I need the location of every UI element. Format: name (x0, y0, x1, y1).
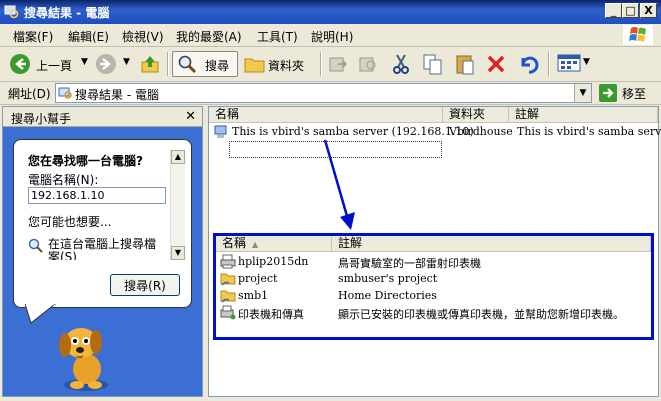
computer-name-label: 電腦名稱(N): (28, 173, 99, 187)
maybe-text: 您可能也想要... (28, 215, 112, 229)
scroll-up-icon[interactable]: ▲ (171, 150, 185, 164)
menu-help[interactable]: 說明(H) (311, 28, 353, 45)
speech-bubble: 您在尋找哪一台電腦? 電腦名稱(N): 您可能也想要... 在這台電腦上搜尋檔案… (13, 139, 192, 308)
menu-edit[interactable]: 編輯(E) (68, 28, 109, 45)
search-button-label: 搜尋 (205, 59, 230, 73)
forward-arrow-icon[interactable] (95, 53, 117, 75)
share-name: hplip2015dn (238, 255, 309, 268)
search-dog-icon (59, 328, 108, 391)
table-row[interactable]: This is vbird's samba server (192.168.1.… (209, 124, 661, 158)
search-files-icon (28, 238, 43, 253)
menu-favorites[interactable]: 我的最愛(A) (176, 28, 242, 45)
share-col-name-label: 名稱 (222, 236, 247, 250)
maximize-button[interactable]: □ (622, 3, 639, 18)
folders-icon[interactable] (244, 54, 266, 74)
search-companion-pane: 搜尋小幫手 ✕ 您在尋找哪一台電腦? 電腦名稱(N): 您可能也想要... 在這… (2, 106, 203, 397)
folder-share-icon (220, 273, 236, 286)
magnifier-icon (178, 55, 197, 74)
computer-name-input[interactable] (28, 187, 166, 204)
forward-dropdown-arrow-icon[interactable]: ▼ (123, 57, 130, 67)
col-folder-header[interactable]: 資料夾 (443, 107, 509, 123)
list-item[interactable]: hplip2015dn 鳥哥實驗室的一部雷射印表機 (216, 253, 651, 270)
search-submit-button[interactable]: 搜尋(R) (110, 274, 180, 296)
share-name: 印表機和傳真 (238, 308, 304, 321)
up-folder-icon[interactable] (140, 54, 160, 74)
address-value: 搜尋結果 - 電腦 (75, 88, 159, 102)
printer-icon (220, 254, 236, 269)
search-pane-title: 搜尋小幫手 (11, 112, 72, 126)
sort-asc-icon: ▲ (252, 240, 259, 249)
move-to-icon[interactable] (328, 55, 348, 73)
result-comment: This is vbird's samba server (517, 125, 661, 138)
views-icon[interactable] (557, 53, 581, 73)
folder-share-icon (220, 290, 236, 303)
delete-icon[interactable] (486, 54, 506, 74)
computer-icon (214, 125, 227, 138)
share-comment: smbuser's project (338, 272, 438, 285)
address-bar: 網址(D) 搜尋結果 - 電腦 ▼ 移至 (0, 82, 661, 105)
col-name-header[interactable]: 名稱 (209, 107, 443, 123)
search-pane-header: 搜尋小幫手 ✕ (3, 107, 202, 127)
shares-highlight-box: 名稱 ▲ 註解 hplip2015dn 鳥哥實驗室的一部雷射印表機 project… (213, 233, 654, 340)
copy-icon[interactable] (422, 53, 444, 75)
address-field[interactable]: 搜尋結果 - 電腦 ▼ (55, 83, 592, 103)
address-label: 網址(D) (8, 87, 51, 101)
close-pane-icon[interactable]: ✕ (185, 109, 196, 124)
copy-to-icon[interactable] (358, 55, 378, 73)
menu-file[interactable]: 檔案(F) (13, 28, 53, 45)
close-button[interactable]: X (640, 3, 657, 18)
undo-icon[interactable] (517, 53, 539, 75)
menu-view[interactable]: 檢視(V) (122, 28, 164, 45)
scroll-down-icon[interactable]: ▼ (171, 246, 185, 260)
toolbar: 上一頁 ▼ ▼ 搜尋 資料夾 ▼ (0, 47, 661, 82)
search-window-icon (4, 5, 19, 19)
share-name: smb1 (238, 289, 269, 302)
menu-bar: 檔案(F) 編輯(E) 檢視(V) 我的最愛(A) 工具(T) 說明(H) (0, 24, 661, 47)
title-bar[interactable]: 搜尋結果 - 電腦 _ □ X (0, 0, 661, 24)
windows-logo-icon (623, 25, 653, 45)
share-col-comment-header[interactable]: 註解 (332, 236, 651, 252)
menu-tools[interactable]: 工具(T) (257, 28, 298, 45)
back-button-label[interactable]: 上一頁 (36, 57, 72, 74)
address-dropdown-icon[interactable]: ▼ (574, 84, 591, 102)
bubble-scrollbar[interactable]: ▲ ▼ (170, 150, 185, 260)
views-dropdown-arrow-icon[interactable]: ▼ (583, 57, 590, 67)
list-item[interactable]: smb1 Home Directories (216, 287, 651, 304)
share-col-name-header[interactable]: 名稱 ▲ (216, 236, 332, 252)
pointer-arrow (323, 139, 355, 230)
col-comment-header[interactable]: 註解 (509, 107, 658, 123)
go-button-label[interactable]: 移至 (622, 85, 646, 102)
search-question: 您在尋找哪一台電腦? (28, 154, 143, 168)
results-pane: 名稱 資料夾 註解 This is vbird's samba server (… (208, 106, 661, 397)
share-comment: Home Directories (338, 289, 437, 302)
folders-button-label[interactable]: 資料夾 (268, 57, 304, 74)
printers-faxes-icon (220, 305, 236, 320)
list-item[interactable]: project smbuser's project (216, 270, 651, 287)
back-dropdown-arrow-icon[interactable]: ▼ (81, 57, 88, 67)
result-folder: Vbirdhouse (449, 125, 513, 138)
share-comment: 顯示已安裝的印表機或傳真印表機，並幫助您新增印表機。 (338, 308, 624, 321)
cut-icon[interactable] (391, 53, 411, 75)
share-name: project (238, 272, 278, 285)
list-item[interactable]: 印表機和傳真 顯示已安裝的印表機或傳真印表機，並幫助您新增印表機。 (216, 304, 651, 321)
paste-icon[interactable] (454, 53, 476, 75)
back-arrow-icon[interactable] (9, 53, 31, 75)
search-results-icon (58, 87, 72, 99)
go-arrow-icon[interactable] (599, 84, 617, 102)
share-comment: 鳥哥實驗室的一部雷射印表機 (338, 257, 481, 270)
window-title: 搜尋結果 - 電腦 (24, 6, 110, 20)
search-files-option[interactable]: 在這台電腦上搜尋檔案(S) (48, 238, 166, 260)
minimize-button[interactable]: _ (605, 3, 622, 18)
